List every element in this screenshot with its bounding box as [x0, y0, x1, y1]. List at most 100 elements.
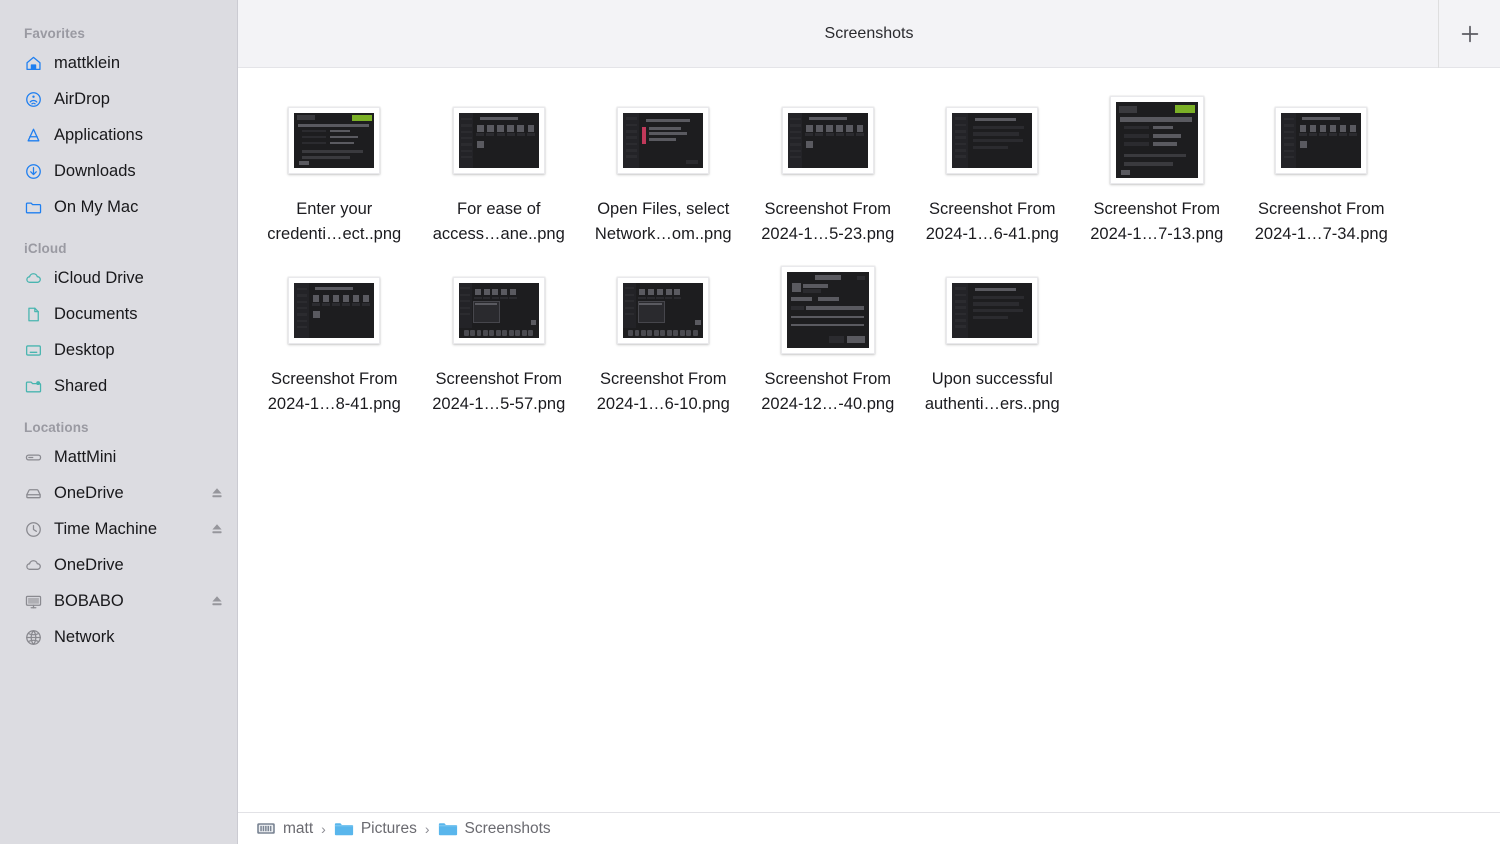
sidebar-item-documents[interactable]: Documents — [0, 296, 237, 332]
file-item[interactable]: Open Files, selectNetwork…om..png — [581, 86, 746, 256]
eject-icon[interactable] — [209, 485, 225, 501]
sidebar-group-icloud: iCloudiCloud DriveDocumentsDesktopShared — [0, 241, 237, 404]
file-name: Screenshot From 2024-1…7-34.png — [1242, 197, 1400, 246]
file-name-line1: Screenshot From — [600, 370, 727, 388]
file-thumbnail[interactable] — [1077, 92, 1238, 188]
sidebar-item-label: OneDrive — [54, 484, 124, 503]
file-thumbnail[interactable] — [912, 262, 1073, 358]
sidebar-item-downloads[interactable]: Downloads — [0, 153, 237, 189]
file-item[interactable]: For ease ofaccess…ane..png — [417, 86, 582, 256]
file-thumbnail[interactable] — [748, 262, 909, 358]
file-thumbnail[interactable] — [254, 262, 415, 358]
sidebar-item-label: OneDrive — [54, 556, 124, 575]
file-thumbnail[interactable] — [419, 92, 580, 188]
airdrop-icon — [24, 90, 43, 109]
file-name: Screenshot From2024-1…7-13.png — [1078, 197, 1236, 246]
eject-button[interactable] — [209, 521, 225, 537]
sidebar-item-applications[interactable]: Applications — [0, 117, 237, 153]
sidebar-item-airdrop[interactable]: AirDrop — [0, 81, 237, 117]
file-thumbnail[interactable] — [912, 92, 1073, 188]
document-icon — [24, 305, 43, 324]
file-thumbnail[interactable] — [583, 92, 744, 188]
breadcrumb-separator: › — [321, 821, 326, 837]
file-item[interactable]: Enter yourcredenti…ect..png — [252, 86, 417, 256]
breadcrumb[interactable]: matt› Pictures› Screenshots — [238, 812, 1500, 844]
file-name: Screenshot From2024-1…5-57.png — [420, 367, 578, 416]
breadcrumb-item-pictures[interactable]: Pictures — [334, 820, 417, 838]
sidebar[interactable]: FavoritesmattkleinAirDropApplicationsDow… — [0, 0, 238, 844]
sidebar-item-label: Downloads — [54, 162, 136, 181]
sidebar-item-label: BOBABO — [54, 592, 124, 611]
file-item[interactable]: Screenshot From2024-1…5-23.png — [746, 86, 911, 256]
file-thumbnail[interactable] — [583, 262, 744, 358]
file-name-line1: Screenshot From — [1258, 200, 1385, 218]
sidebar-item-time-machine[interactable]: Time Machine — [0, 511, 237, 547]
drive-icon — [256, 820, 276, 837]
file-thumbnail[interactable] — [254, 92, 415, 188]
file-grid-area[interactable]: Enter yourcredenti…ect..pngFor ease ofac… — [238, 68, 1500, 812]
sidebar-item-label: Desktop — [54, 341, 115, 360]
file-item[interactable]: Upon successfulauthenti…ers..png — [910, 256, 1075, 426]
thumbnail-image — [623, 113, 703, 168]
folder-icon — [24, 198, 43, 217]
eject-icon[interactable] — [209, 521, 225, 537]
thumbnail-frame — [288, 277, 380, 344]
file-thumbnail[interactable] — [419, 262, 580, 358]
thumbnail-frame — [453, 107, 545, 174]
file-item[interactable]: Screenshot From 2024-12…-40.png — [746, 256, 911, 426]
file-thumbnail[interactable] — [748, 92, 909, 188]
breadcrumb-item-matt[interactable]: matt — [256, 820, 313, 838]
page-title: Screenshots — [825, 25, 914, 43]
sidebar-item-mattklein[interactable]: mattklein — [0, 45, 237, 81]
sidebar-item-icloud-drive[interactable]: iCloud Drive — [0, 260, 237, 296]
file-item[interactable]: Screenshot From2024-1…8-41.png — [252, 256, 417, 426]
sidebar-item-shared[interactable]: Shared — [0, 368, 237, 404]
sidebar-item-mattmini[interactable]: MattMini — [0, 439, 237, 475]
file-thumbnail[interactable] — [1241, 92, 1402, 188]
file-name-line1: Screenshot From — [764, 370, 891, 388]
file-item[interactable]: Screenshot From2024-1…5-57.png — [417, 256, 582, 426]
icon-grid: Enter yourcredenti…ect..pngFor ease ofac… — [252, 86, 1486, 426]
home-icon — [24, 54, 43, 73]
eject-button[interactable] — [209, 593, 225, 609]
thumbnail-frame — [453, 277, 545, 344]
file-name-line2: 2024-1…7-34.png — [1242, 222, 1400, 247]
thumbnail-frame — [617, 277, 709, 344]
sidebar-item-network[interactable]: Network — [0, 619, 237, 655]
file-item[interactable]: Screenshot From2024-1…7-13.png — [1075, 86, 1240, 256]
file-name: Enter yourcredenti…ect..png — [255, 197, 413, 246]
new-tab-button[interactable] — [1438, 0, 1500, 68]
sidebar-item-label: Shared — [54, 377, 107, 396]
file-name-line1: Open Files, select — [597, 200, 729, 218]
sidebar-item-on-my-mac[interactable]: On My Mac — [0, 189, 237, 225]
sidebar-item-onedrive[interactable]: OneDrive — [0, 547, 237, 583]
globe-icon — [24, 628, 43, 647]
file-name-line1: Screenshot From — [271, 370, 398, 388]
finder-window: FavoritesmattkleinAirDropApplicationsDow… — [0, 0, 1500, 844]
file-name-line1: Upon successful — [932, 370, 1053, 388]
desktop-icon — [24, 341, 43, 360]
sidebar-group-favorites: FavoritesmattkleinAirDropApplicationsDow… — [0, 26, 237, 225]
sidebar-item-desktop[interactable]: Desktop — [0, 332, 237, 368]
thumbnail-frame — [288, 107, 380, 174]
sidebar-item-label: On My Mac — [54, 198, 138, 217]
globe-icon — [24, 628, 43, 647]
breadcrumb-item-screenshots[interactable]: Screenshots — [438, 820, 551, 838]
drive-icon — [24, 448, 43, 467]
file-item[interactable]: Screenshot From2024-1…6-10.png — [581, 256, 746, 426]
breadcrumb-label: Screenshots — [465, 820, 551, 838]
file-name-line1: Screenshot From — [435, 370, 562, 388]
sidebar-item-bobabo[interactable]: BOBABO — [0, 583, 237, 619]
file-name-line2: 2024-12…-40.png — [749, 392, 907, 417]
thumbnail-frame — [617, 107, 709, 174]
sidebar-item-label: Documents — [54, 305, 137, 324]
folder-blue-icon — [334, 821, 354, 837]
eject-button[interactable] — [209, 485, 225, 501]
thumbnail-image — [459, 283, 539, 338]
file-item[interactable]: Screenshot From 2024-1…7-34.png — [1239, 86, 1404, 256]
thumbnail-image — [952, 113, 1032, 168]
file-item[interactable]: Screenshot From2024-1…6-41.png — [910, 86, 1075, 256]
eject-icon[interactable] — [209, 593, 225, 609]
download-icon — [24, 162, 43, 181]
sidebar-item-onedrive[interactable]: OneDrive — [0, 475, 237, 511]
